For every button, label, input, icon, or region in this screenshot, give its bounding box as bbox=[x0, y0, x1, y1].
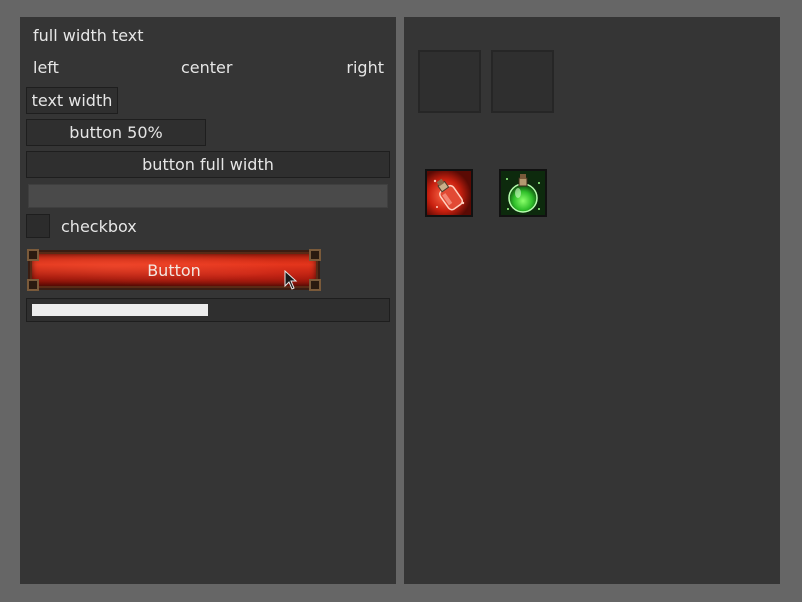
corner-ornament-icon bbox=[27, 249, 39, 261]
button-full-width[interactable]: button full width bbox=[26, 151, 390, 178]
align-center-text: center bbox=[181, 58, 233, 77]
red-potion-icon[interactable] bbox=[425, 169, 473, 217]
progress-bar bbox=[26, 298, 390, 322]
corner-ornament-icon bbox=[27, 279, 39, 291]
full-width-text: full width text bbox=[33, 26, 144, 45]
left-panel: full width text left center right text w… bbox=[20, 17, 396, 584]
text-input[interactable] bbox=[28, 184, 388, 208]
button-50-percent[interactable]: button 50% bbox=[26, 119, 206, 146]
checkbox[interactable] bbox=[26, 214, 50, 238]
text-width-label: text width bbox=[26, 87, 118, 114]
inventory-slot[interactable] bbox=[418, 50, 481, 113]
mouse-cursor-icon bbox=[284, 269, 298, 294]
right-panel bbox=[404, 17, 780, 584]
progress-fill bbox=[32, 304, 208, 316]
red-button-label: Button bbox=[147, 260, 201, 280]
inventory-slot[interactable] bbox=[491, 50, 554, 113]
checkbox-label: checkbox bbox=[61, 217, 137, 236]
green-potion-icon[interactable] bbox=[499, 169, 547, 217]
align-right-text: right bbox=[346, 58, 384, 77]
align-left-text: left bbox=[33, 58, 59, 77]
red-button[interactable]: Button bbox=[27, 249, 321, 291]
corner-ornament-icon bbox=[309, 279, 321, 291]
corner-ornament-icon bbox=[309, 249, 321, 261]
